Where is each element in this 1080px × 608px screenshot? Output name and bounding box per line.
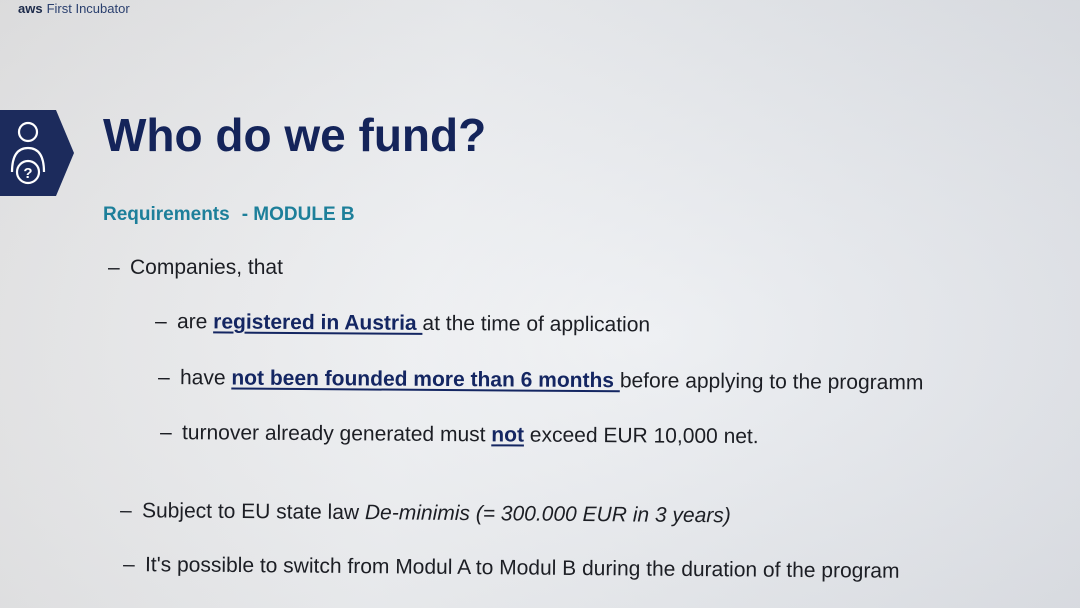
subtitle-label: Requirements [103, 204, 230, 225]
slide-subtitle: Requirements - MODULE B [103, 204, 355, 226]
subtitle-module: - MODULE B [241, 204, 355, 225]
registered-emphasis: registered in Austria [213, 310, 423, 335]
deminimis-emphasis: De-minimis (= 300.000 EUR in 3 years) [364, 501, 731, 528]
brand-prefix: aws [18, 1, 43, 16]
svg-text:?: ? [23, 165, 32, 182]
turnover-emphasis: not [491, 423, 525, 447]
bullet-registered: – are registered in Austria at the time o… [154, 310, 651, 337]
brand-name: First Incubator [46, 1, 130, 16]
bullet-switch-text: It's possible to switch from Modul A to … [144, 553, 900, 583]
bullet-companies-text: Companies, that [130, 256, 283, 279]
brand-logo: aws First Incubator [18, 1, 130, 16]
bullet-turnover: – turnover already generated must not exc… [159, 421, 759, 449]
slide-title: Who do we fund? [103, 109, 487, 161]
bullet-founded: – have not been founded more than 6 month… [157, 366, 924, 395]
bullet-switch: – It's possible to switch from Modul A to… [122, 553, 900, 583]
bullet-companies: – Companies, that [108, 256, 283, 279]
founded-emphasis: not been founded more than 6 months [231, 366, 620, 393]
person-question-icon: ? [0, 110, 74, 196]
bullet-deminimis: – Subject to EU state law De-minimis (= 3… [119, 499, 731, 528]
